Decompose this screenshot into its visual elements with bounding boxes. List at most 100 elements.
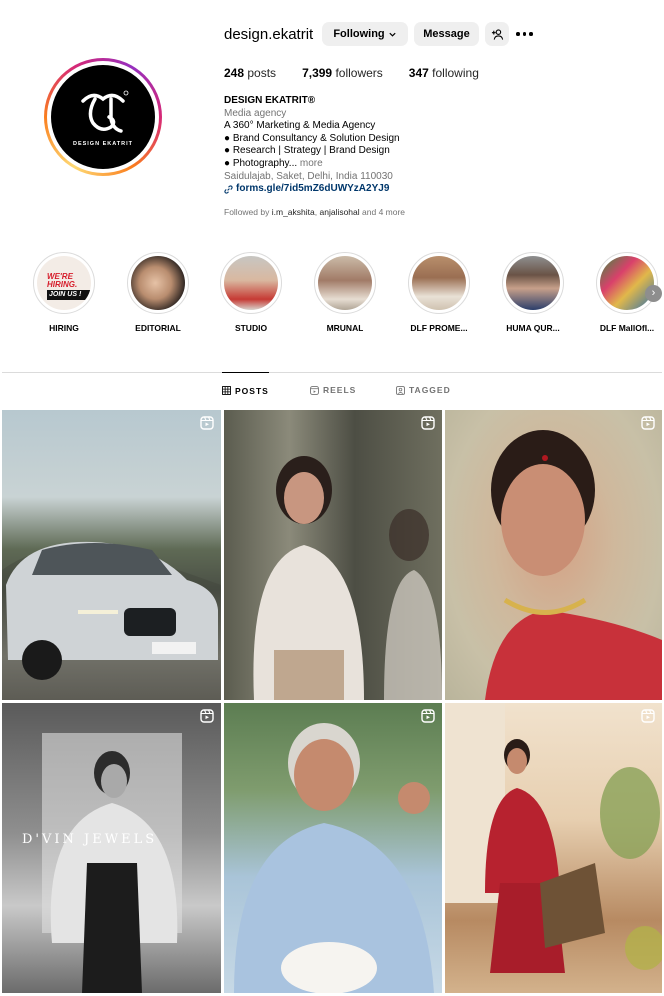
tab-posts-label: POSTS: [235, 385, 269, 396]
post-tile[interactable]: [445, 410, 662, 700]
bio-link[interactable]: forms.gle/7id5mZ6dUWYzA2YJ9: [224, 183, 584, 196]
following-button-label: Following: [333, 28, 385, 40]
highlight-editorial[interactable]: EDITORIAL: [118, 252, 198, 333]
posts-count: 248: [224, 66, 245, 80]
post-tile[interactable]: [224, 703, 442, 993]
bio-line: A 360° Marketing & Media Agency: [224, 120, 376, 132]
highlight-label: HIRING: [49, 323, 79, 333]
highlight-label: MRUNAL: [326, 323, 364, 333]
reel-icon: [200, 709, 214, 723]
bio-location: Saidulajab, Saket, Delhi, India 110030: [224, 170, 393, 182]
highlight-cover: [131, 256, 185, 310]
highlight-cover: [224, 256, 278, 310]
message-button[interactable]: Message: [414, 22, 479, 46]
portrait-figure-icon: [445, 703, 662, 973]
post-tile[interactable]: [224, 410, 442, 700]
posts-label: posts: [247, 66, 277, 80]
highlight-cover: [318, 256, 372, 310]
reel-icon: [641, 416, 655, 430]
highlight-ring: WE'RE HIRING. JOIN US !: [33, 252, 95, 314]
tab-reels[interactable]: REELS: [310, 372, 356, 408]
reel-icon: [641, 709, 655, 723]
followed-by-user: i.m_akshita: [271, 207, 315, 217]
chevron-down-icon: [389, 32, 396, 37]
reels-icon: [310, 385, 319, 395]
highlight-ring: [314, 252, 376, 314]
profile-avatar-ring[interactable]: DESIGN EKATRIT: [44, 58, 162, 176]
highlight-cover: [506, 256, 560, 310]
post-overlay-text: D'VIN JEWELS: [22, 832, 158, 847]
portrait-figure-icon: [42, 733, 182, 993]
highlight-cover: [600, 256, 654, 310]
followed-by-prefix: Followed by: [224, 207, 270, 217]
followed-by-user: anjalisohal: [319, 207, 360, 217]
highlights-next-button[interactable]: ›: [645, 285, 662, 302]
bio-line-4: ● Photography...: [224, 157, 298, 169]
highlight-label: DLF PROME...: [410, 323, 468, 333]
portrait-figure-icon: [253, 456, 442, 700]
following-label: following: [432, 66, 479, 80]
portrait-figure-icon: [485, 430, 662, 700]
highlight-label: STUDIO: [234, 323, 268, 333]
tab-posts[interactable]: POSTS: [222, 372, 269, 408]
profile-bio: DESIGN EKATRIT® Media agency A 360° Mark…: [224, 95, 584, 196]
highlight-label: HUMA QUR...: [506, 323, 560, 333]
following-button[interactable]: Following: [322, 22, 408, 46]
tab-tagged-label: TAGGED: [409, 385, 451, 395]
bio-category: Media agency: [224, 107, 287, 119]
link-icon: [224, 185, 233, 194]
reel-icon: [421, 416, 435, 430]
highlight-cover: [412, 256, 466, 310]
bio-link-text: forms.gle/7id5mZ6dUWYzA2YJ9: [236, 183, 390, 195]
highlight-ring: [596, 252, 658, 314]
highlight-ring: [408, 252, 470, 314]
avatar-caption: DESIGN EKATRIT: [72, 141, 134, 147]
followers-label: followers: [335, 66, 383, 80]
bio-name: DESIGN EKATRIT®: [224, 95, 316, 106]
bio-line: ● Research | Strategy | Brand Design: [224, 145, 390, 157]
suggested-users-button[interactable]: [485, 22, 509, 46]
following-count: 347: [408, 66, 429, 80]
profile-username: design.ekatrit: [224, 26, 314, 43]
post-tile[interactable]: [2, 410, 221, 700]
bio-line: ● Brand Consultancy & Solution Design: [224, 132, 400, 144]
highlight-ring: [220, 252, 282, 314]
profile-stats: 248 posts 7,399 followers 347 following: [224, 66, 479, 80]
avatar-gap: DESIGN EKATRIT: [47, 61, 159, 173]
highlight-label: EDITORIAL: [135, 323, 181, 333]
post-tile[interactable]: [2, 703, 221, 993]
highlight-mrunal[interactable]: MRUNAL: [305, 252, 385, 333]
followers-count: 7,399: [302, 66, 333, 80]
followed-by-suffix: and 4 more: [362, 207, 406, 217]
highlight-huma-qureshi[interactable]: HUMA QUR...: [493, 252, 573, 333]
highlight-ring: [502, 252, 564, 314]
avatar[interactable]: DESIGN EKATRIT: [51, 65, 155, 169]
tab-tagged[interactable]: TAGGED: [396, 372, 451, 408]
portrait-figure-icon: [234, 723, 434, 993]
following-stat[interactable]: 347 following: [409, 66, 479, 80]
highlight-cover-text: WE'RE HIRING. JOIN US !: [47, 273, 91, 300]
ekatrit-logo-icon: [81, 90, 129, 133]
highlight-cover: WE'RE HIRING. JOIN US !: [37, 256, 91, 310]
highlight-label: DLF MallOfI...: [599, 323, 655, 333]
followed-by[interactable]: Followed by i.m_akshita, anjalisohal and…: [224, 207, 405, 217]
reel-icon: [421, 709, 435, 723]
car-silhouette-icon: [2, 541, 221, 700]
message-button-label: Message: [423, 28, 470, 40]
grid-icon: [222, 386, 231, 395]
highlight-hiring[interactable]: WE'RE HIRING. JOIN US ! HIRING: [24, 252, 104, 333]
highlight-studio[interactable]: STUDIO: [211, 252, 291, 333]
posts-stat: 248 posts: [224, 66, 276, 80]
followers-stat[interactable]: 7,399 followers: [302, 66, 383, 80]
reel-icon: [200, 416, 214, 430]
tagged-icon: [396, 385, 405, 395]
highlight-ring: [127, 252, 189, 314]
bio-line-truncated: ● Photography... more: [224, 158, 584, 171]
highlight-dlf-promenade[interactable]: DLF PROME...: [399, 252, 479, 333]
add-person-icon: [491, 28, 503, 40]
followed-by-separator: ,: [314, 207, 318, 217]
more-options-icon[interactable]: [516, 27, 536, 41]
bio-more-link[interactable]: more: [300, 158, 323, 169]
post-tile[interactable]: [445, 703, 662, 993]
tab-reels-label: REELS: [323, 385, 357, 395]
